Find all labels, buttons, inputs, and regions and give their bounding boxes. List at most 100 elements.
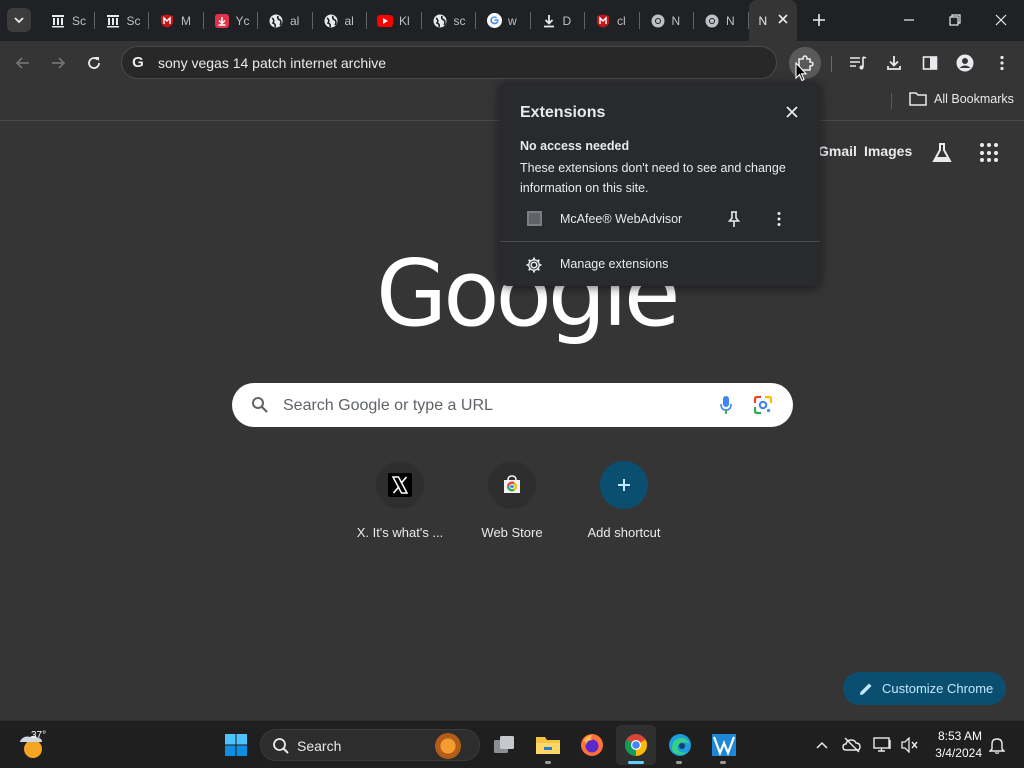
profile-button[interactable] [953,51,977,75]
folder-icon [536,737,560,754]
ntp-search-box[interactable]: Search Google or type a URL [232,383,793,427]
extension-placeholder-icon [527,211,542,226]
back-button[interactable] [11,51,35,75]
clock-time[interactable]: 8:53 AM [934,729,982,743]
show-hidden-icons-button[interactable] [807,730,837,760]
restore-button[interactable] [946,11,964,29]
tab[interactable]: sc [422,0,477,41]
all-bookmarks-label: All Bookmarks [934,92,1014,106]
tab-title: Sc [72,13,87,28]
microphone-icon[interactable] [719,395,733,415]
tab-title: al [344,13,354,28]
tab-search-button[interactable] [7,8,31,32]
tab-title: w [508,13,517,28]
side-panel-button[interactable] [918,51,942,75]
new-tab-button[interactable] [809,10,829,30]
tab[interactable]: Sc [95,0,150,41]
close-icon[interactable] [784,104,800,120]
chrome-icon [625,734,647,756]
volume-button[interactable] [895,730,925,760]
extension-name: McAfee® WebAdvisor [560,212,683,226]
cloud-off-icon [842,737,861,753]
close-window-button[interactable] [992,11,1010,29]
tab-title: cl [617,13,626,28]
globe-icon [432,13,448,29]
running-indicator [545,761,551,764]
vegas-app-button[interactable] [709,730,739,760]
reading-list-button[interactable] [846,51,870,75]
shortcut-x[interactable]: X. It's what's ... [344,461,456,540]
address-bar[interactable]: G sony vegas 14 patch internet archive [121,46,777,79]
manage-extensions-button[interactable]: Manage extensions [500,252,820,276]
minimize-icon [904,19,914,21]
shortcut-tile [376,461,424,509]
tab-title: M [181,13,191,28]
close-tab-icon[interactable] [776,12,790,26]
shortcut-web-store[interactable]: Web Store [456,461,568,540]
notifications-button[interactable] [982,730,1012,760]
search-highlight-image [431,733,465,759]
tab-title: Yc [235,13,250,28]
pencil-icon [860,683,872,695]
network-button[interactable] [868,730,898,760]
firefox-button[interactable] [577,730,607,760]
tab[interactable]: al [258,0,313,41]
tab-title: D [562,13,572,28]
taskbar-search[interactable]: Search [260,729,480,761]
tab[interactable]: N [640,0,695,41]
edge-button[interactable] [665,730,695,760]
tab[interactable]: M [149,0,204,41]
shortcut-tile [600,461,648,509]
x-logo-icon [388,473,412,497]
ntp-search-placeholder: Search Google or type a URL [283,397,493,414]
tab-list: Sc Sc M Yc al al Kl sc w D cl N N N [40,0,797,41]
task-view-button[interactable] [489,730,519,760]
download-icon [541,13,557,29]
chevron-up-icon [816,741,828,749]
chrome-icon [650,13,666,29]
customize-chrome-button[interactable]: Customize Chrome [843,672,1006,705]
tab[interactable]: w [476,0,531,41]
start-button[interactable] [221,730,251,760]
tab[interactable]: Yc [204,0,259,41]
chrome-taskbar-button[interactable] [621,730,651,760]
tab[interactable]: D [531,0,586,41]
images-link[interactable]: Images [864,143,912,159]
bookmarks-divider [891,93,892,109]
tab[interactable]: Kl [367,0,422,41]
add-shortcut-button[interactable]: Add shortcut [568,461,680,540]
extension-item[interactable]: McAfee® WebAdvisor [500,206,820,232]
labs-flask-icon[interactable] [930,141,954,165]
plus-icon [813,14,825,26]
pin-icon[interactable] [727,210,741,228]
downloads-button[interactable] [882,51,906,75]
google-g-icon: G [132,54,144,71]
extensions-popup: Extensions No access needed These extens… [500,82,820,286]
archive-icon [50,13,66,29]
manage-extensions-label: Manage extensions [560,257,669,271]
extensions-divider [500,241,820,242]
chrome-icon [704,13,720,29]
reload-button[interactable] [82,51,106,75]
onedrive-button[interactable] [837,730,867,760]
google-apps-icon[interactable] [980,143,1000,163]
chrome-menu-button[interactable] [990,51,1014,75]
shortcut-label: Web Store [481,525,543,540]
task-view-icon [494,736,514,753]
tab[interactable]: cl [585,0,640,41]
more-vert-icon[interactable] [772,210,786,228]
google-lens-icon[interactable] [753,395,773,415]
all-bookmarks-button[interactable]: All Bookmarks [909,92,1014,106]
tab[interactable]: N [694,0,749,41]
gmail-link[interactable]: Gmail [818,143,857,159]
display-network-icon [873,737,891,752]
address-bar-text[interactable]: sony vegas 14 patch internet archive [158,55,386,71]
minimize-button[interactable] [900,11,918,29]
tab[interactable]: Sc [40,0,95,41]
tab[interactable]: al [313,0,368,41]
clock-date[interactable]: 3/4/2024 [930,746,982,760]
forward-button[interactable] [46,51,70,75]
gear-icon [526,257,542,273]
file-explorer-button[interactable] [533,730,563,760]
tab-title: N [726,13,735,28]
